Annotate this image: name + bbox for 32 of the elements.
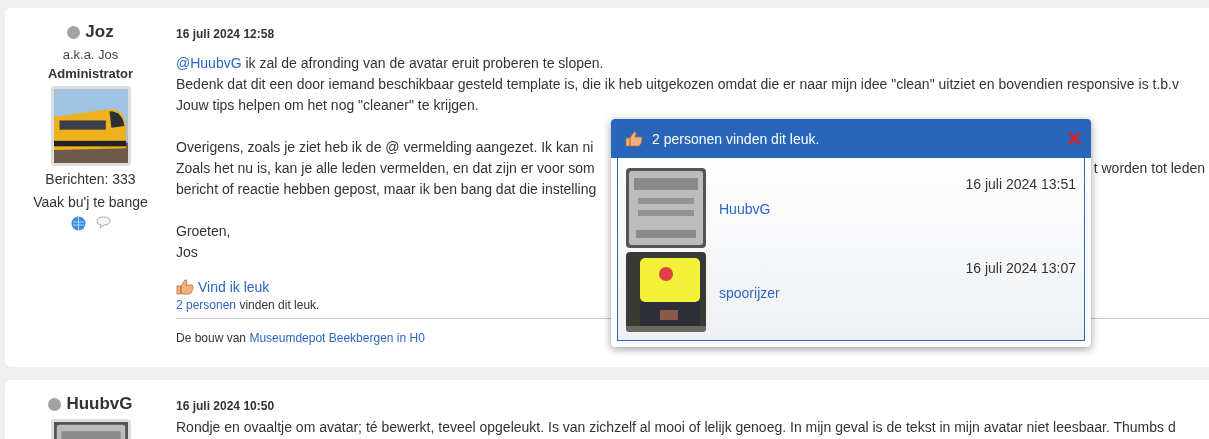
author-rank: Administrator [47, 66, 134, 81]
post-text: t worden tot leden [1093, 159, 1205, 178]
thumbs-up-icon [176, 278, 194, 295]
author-name[interactable]: Joz [85, 22, 114, 42]
post-text: Groeten, [176, 222, 231, 241]
thumbs-up-icon [625, 130, 643, 147]
speech-bubble-icon[interactable] [95, 216, 111, 229]
globe-icon[interactable] [70, 216, 86, 231]
post-text: Bedenk dat dit een door iemand beschikbaar gesteld template is, die ik heb uitgekozen omdat die er naar mijn idee "clean" uitziet en bovendien responsive is t.b.v [176, 75, 1179, 94]
author-alias: a.k.a. Jos [62, 47, 119, 62]
post-text: Rondje en ovaaltje om avatar; té bewerkt, teveel opgeleukt. Is van zichzelf al mooi of lelijk genoeg. In mijn geval is de tekst in mijn avatar niet leesbaar. Thumbs d [176, 419, 1176, 435]
post-text: Jouw tips helpen om het nog "cleaner" te krijgen. [176, 96, 479, 115]
post-text: Overigens, zoals je ziet heb ik de @ vermelding aangezet. Ik kan ni [176, 138, 594, 157]
signature-link[interactable]: Museumdepot Beekbergen in H0 [249, 331, 425, 345]
member-link[interactable]: HuubvG [719, 201, 771, 217]
mention-link[interactable]: @HuubvG [176, 55, 242, 71]
post-date: 16 juli 2024 10:50 [176, 399, 276, 413]
post-date: 16 juli 2024 12:58 [176, 27, 276, 41]
popup-title: 2 personen vinden dit leuk. [652, 130, 821, 147]
like-link[interactable]: Vind ik leuk [198, 278, 270, 295]
post-text: Jos [176, 243, 198, 262]
author-name[interactable]: HuubvG [66, 394, 133, 414]
post-text: Zoals het nu is, kan je alle leden vermelden, en dat zijn er voor som [176, 159, 595, 178]
like-date: 16 juli 2024 13:51 [965, 176, 1076, 192]
like-date: 16 juli 2024 13:07 [965, 260, 1076, 276]
post-text: @HuubvG ik zal de afronding van de avatar eruit proberen te slopen. [176, 54, 604, 73]
close-icon[interactable] [1068, 132, 1081, 145]
post-text: bericht of reactie hebben gepost, maar ik ben bang dat die instelling [176, 180, 597, 199]
personal-text: Vaak bu'j te bange [33, 194, 148, 210]
post-count: Berichten: 333 [45, 171, 136, 187]
member-link[interactable]: spoorijzer [719, 285, 780, 301]
likes-count-link[interactable]: 2 personen [176, 298, 237, 312]
